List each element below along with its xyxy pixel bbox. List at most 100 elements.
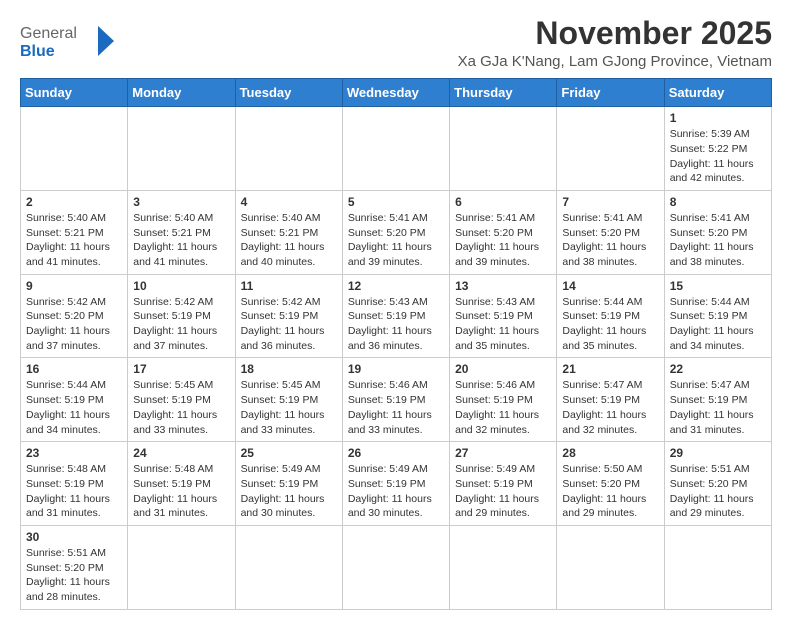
day-number: 17 (133, 362, 229, 376)
day-number: 22 (670, 362, 766, 376)
weekday-header-saturday: Saturday (664, 79, 771, 107)
page-header: GeneralBlue November 2025 Xa GJa K'Nang,… (20, 16, 772, 70)
day-info: Sunrise: 5:40 AM Sunset: 5:21 PM Dayligh… (133, 211, 229, 270)
calendar-cell: 14Sunrise: 5:44 AM Sunset: 5:19 PM Dayli… (557, 274, 664, 358)
day-info: Sunrise: 5:41 AM Sunset: 5:20 PM Dayligh… (670, 211, 766, 270)
day-info: Sunrise: 5:44 AM Sunset: 5:19 PM Dayligh… (670, 295, 766, 354)
day-info: Sunrise: 5:41 AM Sunset: 5:20 PM Dayligh… (455, 211, 551, 270)
calendar-cell: 28Sunrise: 5:50 AM Sunset: 5:20 PM Dayli… (557, 442, 664, 526)
day-number: 15 (670, 279, 766, 293)
weekday-header-row: SundayMondayTuesdayWednesdayThursdayFrid… (21, 79, 772, 107)
day-number: 12 (348, 279, 444, 293)
generalblue-logo: GeneralBlue (20, 16, 130, 66)
calendar-cell: 26 Sunrise: 5:49 AM Sunset: 5:19 PM Dayli… (342, 442, 449, 526)
day-info: Sunrise: 5:45 AM Sunset: 5:19 PM Dayligh… (133, 378, 229, 437)
day-info: Sunrise: 5:42 AM Sunset: 5:19 PM Dayligh… (241, 295, 337, 354)
calendar-cell: 16Sunrise: 5:44 AM Sunset: 5:19 PM Dayli… (21, 358, 128, 442)
day-info: Sunrise: 5:40 AM Sunset: 5:21 PM Dayligh… (241, 211, 337, 270)
day-number: 25 (241, 446, 337, 460)
day-info: Sunrise: 5:44 AM Sunset: 5:19 PM Dayligh… (26, 378, 122, 437)
logo-area: GeneralBlue (20, 16, 130, 66)
day-info: Sunrise: 5:42 AM Sunset: 5:19 PM Dayligh… (133, 295, 229, 354)
day-number: 18 (241, 362, 337, 376)
day-info: Sunrise: 5:46 AM Sunset: 5:19 PM Dayligh… (455, 378, 551, 437)
calendar-week-row: 9Sunrise: 5:42 AM Sunset: 5:20 PM Daylig… (21, 274, 772, 358)
month-title: November 2025 (458, 16, 772, 51)
calendar-cell: 15 Sunrise: 5:44 AM Sunset: 5:19 PM Dayli… (664, 274, 771, 358)
day-info: Sunrise: 5:48 AM Sunset: 5:19 PM Dayligh… (26, 462, 122, 521)
day-number: 26 (348, 446, 444, 460)
calendar-cell (128, 107, 235, 191)
day-number: 7 (562, 195, 658, 209)
calendar-cell: 7 Sunrise: 5:41 AM Sunset: 5:20 PM Daylig… (557, 190, 664, 274)
calendar-cell: 2 Sunrise: 5:40 AM Sunset: 5:21 PM Daylig… (21, 190, 128, 274)
svg-text:Blue: Blue (20, 43, 55, 60)
calendar-cell (342, 107, 449, 191)
day-number: 4 (241, 195, 337, 209)
day-info: Sunrise: 5:41 AM Sunset: 5:20 PM Dayligh… (562, 211, 658, 270)
day-number: 11 (241, 279, 337, 293)
day-info: Sunrise: 5:50 AM Sunset: 5:20 PM Dayligh… (562, 462, 658, 521)
calendar-cell: 20Sunrise: 5:46 AM Sunset: 5:19 PM Dayli… (450, 358, 557, 442)
day-number: 30 (26, 530, 122, 544)
calendar-cell: 27 Sunrise: 5:49 AM Sunset: 5:19 PM Dayli… (450, 442, 557, 526)
calendar-cell (450, 107, 557, 191)
calendar-cell: 21Sunrise: 5:47 AM Sunset: 5:19 PM Dayli… (557, 358, 664, 442)
calendar-cell: 6 Sunrise: 5:41 AM Sunset: 5:20 PM Daylig… (450, 190, 557, 274)
day-info: Sunrise: 5:49 AM Sunset: 5:19 PM Dayligh… (455, 462, 551, 521)
calendar-cell (128, 525, 235, 609)
location-subtitle: Xa GJa K'Nang, Lam GJong Province, Vietn… (458, 53, 772, 70)
day-number: 10 (133, 279, 229, 293)
weekday-header-tuesday: Tuesday (235, 79, 342, 107)
day-info: Sunrise: 5:49 AM Sunset: 5:19 PM Dayligh… (241, 462, 337, 521)
calendar-cell: 19 Sunrise: 5:46 AM Sunset: 5:19 PM Dayli… (342, 358, 449, 442)
calendar-cell: 5Sunrise: 5:41 AM Sunset: 5:20 PM Daylig… (342, 190, 449, 274)
day-info: Sunrise: 5:42 AM Sunset: 5:20 PM Dayligh… (26, 295, 122, 354)
day-number: 8 (670, 195, 766, 209)
day-number: 1 (670, 111, 766, 125)
day-number: 27 (455, 446, 551, 460)
calendar-week-row: 2 Sunrise: 5:40 AM Sunset: 5:21 PM Daylig… (21, 190, 772, 274)
day-info: Sunrise: 5:46 AM Sunset: 5:19 PM Dayligh… (348, 378, 444, 437)
day-number: 24 (133, 446, 229, 460)
calendar-cell: 30Sunrise: 5:51 AM Sunset: 5:20 PM Dayli… (21, 525, 128, 609)
day-number: 14 (562, 279, 658, 293)
day-info: Sunrise: 5:45 AM Sunset: 5:19 PM Dayligh… (241, 378, 337, 437)
calendar-cell: 9Sunrise: 5:42 AM Sunset: 5:20 PM Daylig… (21, 274, 128, 358)
day-info: Sunrise: 5:41 AM Sunset: 5:20 PM Dayligh… (348, 211, 444, 270)
calendar-cell: 18 Sunrise: 5:45 AM Sunset: 5:19 PM Dayli… (235, 358, 342, 442)
calendar-cell: 25 Sunrise: 5:49 AM Sunset: 5:19 PM Dayli… (235, 442, 342, 526)
calendar-cell: 11 Sunrise: 5:42 AM Sunset: 5:19 PM Dayli… (235, 274, 342, 358)
calendar-cell: 12 Sunrise: 5:43 AM Sunset: 5:19 PM Dayli… (342, 274, 449, 358)
calendar-cell: 1 Sunrise: 5:39 AM Sunset: 5:22 PM Daylig… (664, 107, 771, 191)
calendar-cell (21, 107, 128, 191)
calendar-cell: 23Sunrise: 5:48 AM Sunset: 5:19 PM Dayli… (21, 442, 128, 526)
day-info: Sunrise: 5:43 AM Sunset: 5:19 PM Dayligh… (348, 295, 444, 354)
weekday-header-sunday: Sunday (21, 79, 128, 107)
calendar-week-row: 23Sunrise: 5:48 AM Sunset: 5:19 PM Dayli… (21, 442, 772, 526)
calendar-cell: 24Sunrise: 5:48 AM Sunset: 5:19 PM Dayli… (128, 442, 235, 526)
calendar-cell (235, 525, 342, 609)
calendar-cell: 4 Sunrise: 5:40 AM Sunset: 5:21 PM Daylig… (235, 190, 342, 274)
calendar-cell: 22 Sunrise: 5:47 AM Sunset: 5:19 PM Dayli… (664, 358, 771, 442)
day-number: 19 (348, 362, 444, 376)
calendar-cell: 3 Sunrise: 5:40 AM Sunset: 5:21 PM Daylig… (128, 190, 235, 274)
day-info: Sunrise: 5:40 AM Sunset: 5:21 PM Dayligh… (26, 211, 122, 270)
calendar-cell (235, 107, 342, 191)
calendar-table: SundayMondayTuesdayWednesdayThursdayFrid… (20, 78, 772, 610)
title-area: November 2025 Xa GJa K'Nang, Lam GJong P… (458, 16, 772, 70)
day-info: Sunrise: 5:39 AM Sunset: 5:22 PM Dayligh… (670, 127, 766, 186)
day-info: Sunrise: 5:47 AM Sunset: 5:19 PM Dayligh… (670, 378, 766, 437)
calendar-cell (664, 525, 771, 609)
day-number: 3 (133, 195, 229, 209)
day-number: 13 (455, 279, 551, 293)
weekday-header-friday: Friday (557, 79, 664, 107)
day-number: 29 (670, 446, 766, 460)
day-number: 2 (26, 195, 122, 209)
day-number: 6 (455, 195, 551, 209)
day-info: Sunrise: 5:49 AM Sunset: 5:19 PM Dayligh… (348, 462, 444, 521)
calendar-cell: 17 Sunrise: 5:45 AM Sunset: 5:19 PM Dayli… (128, 358, 235, 442)
day-info: Sunrise: 5:51 AM Sunset: 5:20 PM Dayligh… (670, 462, 766, 521)
calendar-week-row: 1 Sunrise: 5:39 AM Sunset: 5:22 PM Daylig… (21, 107, 772, 191)
logo: GeneralBlue (20, 16, 130, 66)
